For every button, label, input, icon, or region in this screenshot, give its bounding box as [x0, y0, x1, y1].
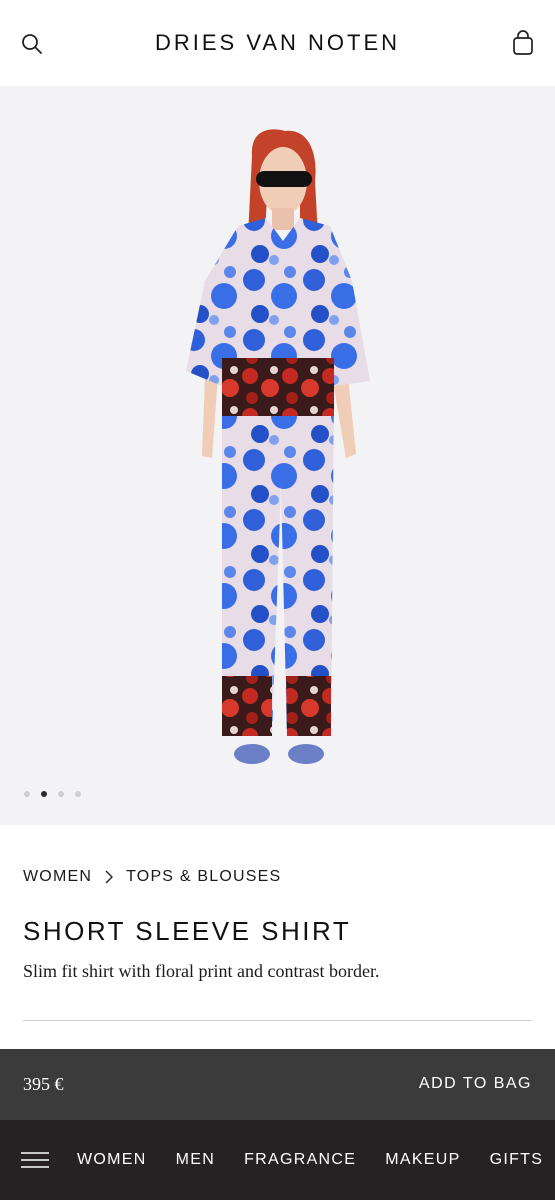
- breadcrumb-item-women[interactable]: WOMEN: [23, 868, 92, 886]
- nav-item-women[interactable]: WOMEN: [77, 1151, 147, 1169]
- bottom-nav: WOMEN MEN FRAGRANCE MAKEUP GIFTS: [0, 1120, 555, 1200]
- product-image[interactable]: [0, 86, 555, 825]
- divider: [23, 1020, 532, 1021]
- chevron-right-icon: [105, 870, 114, 884]
- carousel-dot-active[interactable]: [41, 791, 47, 797]
- buy-bar: 395 € ADD TO BAG: [0, 1049, 555, 1120]
- brand-logo[interactable]: DRIES VAN NOTEN: [0, 30, 555, 56]
- nav-item-fragrance[interactable]: FRAGRANCE: [244, 1151, 356, 1169]
- add-to-bag-button[interactable]: ADD TO BAG: [419, 1075, 532, 1093]
- nav-item-makeup[interactable]: MAKEUP: [385, 1151, 460, 1169]
- breadcrumb-item-tops-blouses[interactable]: TOPS & BLOUSES: [126, 868, 281, 886]
- header: DRIES VAN NOTEN: [0, 0, 555, 86]
- image-carousel-dots: [24, 791, 81, 797]
- nav-items: WOMEN MEN FRAGRANCE MAKEUP GIFTS: [77, 1151, 543, 1169]
- breadcrumb: WOMEN TOPS & BLOUSES: [23, 868, 281, 886]
- model-photo: [186, 129, 370, 764]
- nav-item-gifts[interactable]: GIFTS: [490, 1151, 544, 1169]
- carousel-dot[interactable]: [75, 791, 81, 797]
- shopping-bag-icon[interactable]: [511, 30, 535, 56]
- carousel-dot[interactable]: [58, 791, 64, 797]
- product-title: SHORT SLEEVE SHIRT: [23, 916, 352, 946]
- hamburger-menu-icon[interactable]: [21, 1151, 49, 1169]
- product-description: Slim fit shirt with floral print and con…: [23, 961, 380, 981]
- carousel-dot[interactable]: [24, 791, 30, 797]
- product-price: 395 €: [23, 1074, 64, 1094]
- nav-item-men[interactable]: MEN: [176, 1151, 215, 1169]
